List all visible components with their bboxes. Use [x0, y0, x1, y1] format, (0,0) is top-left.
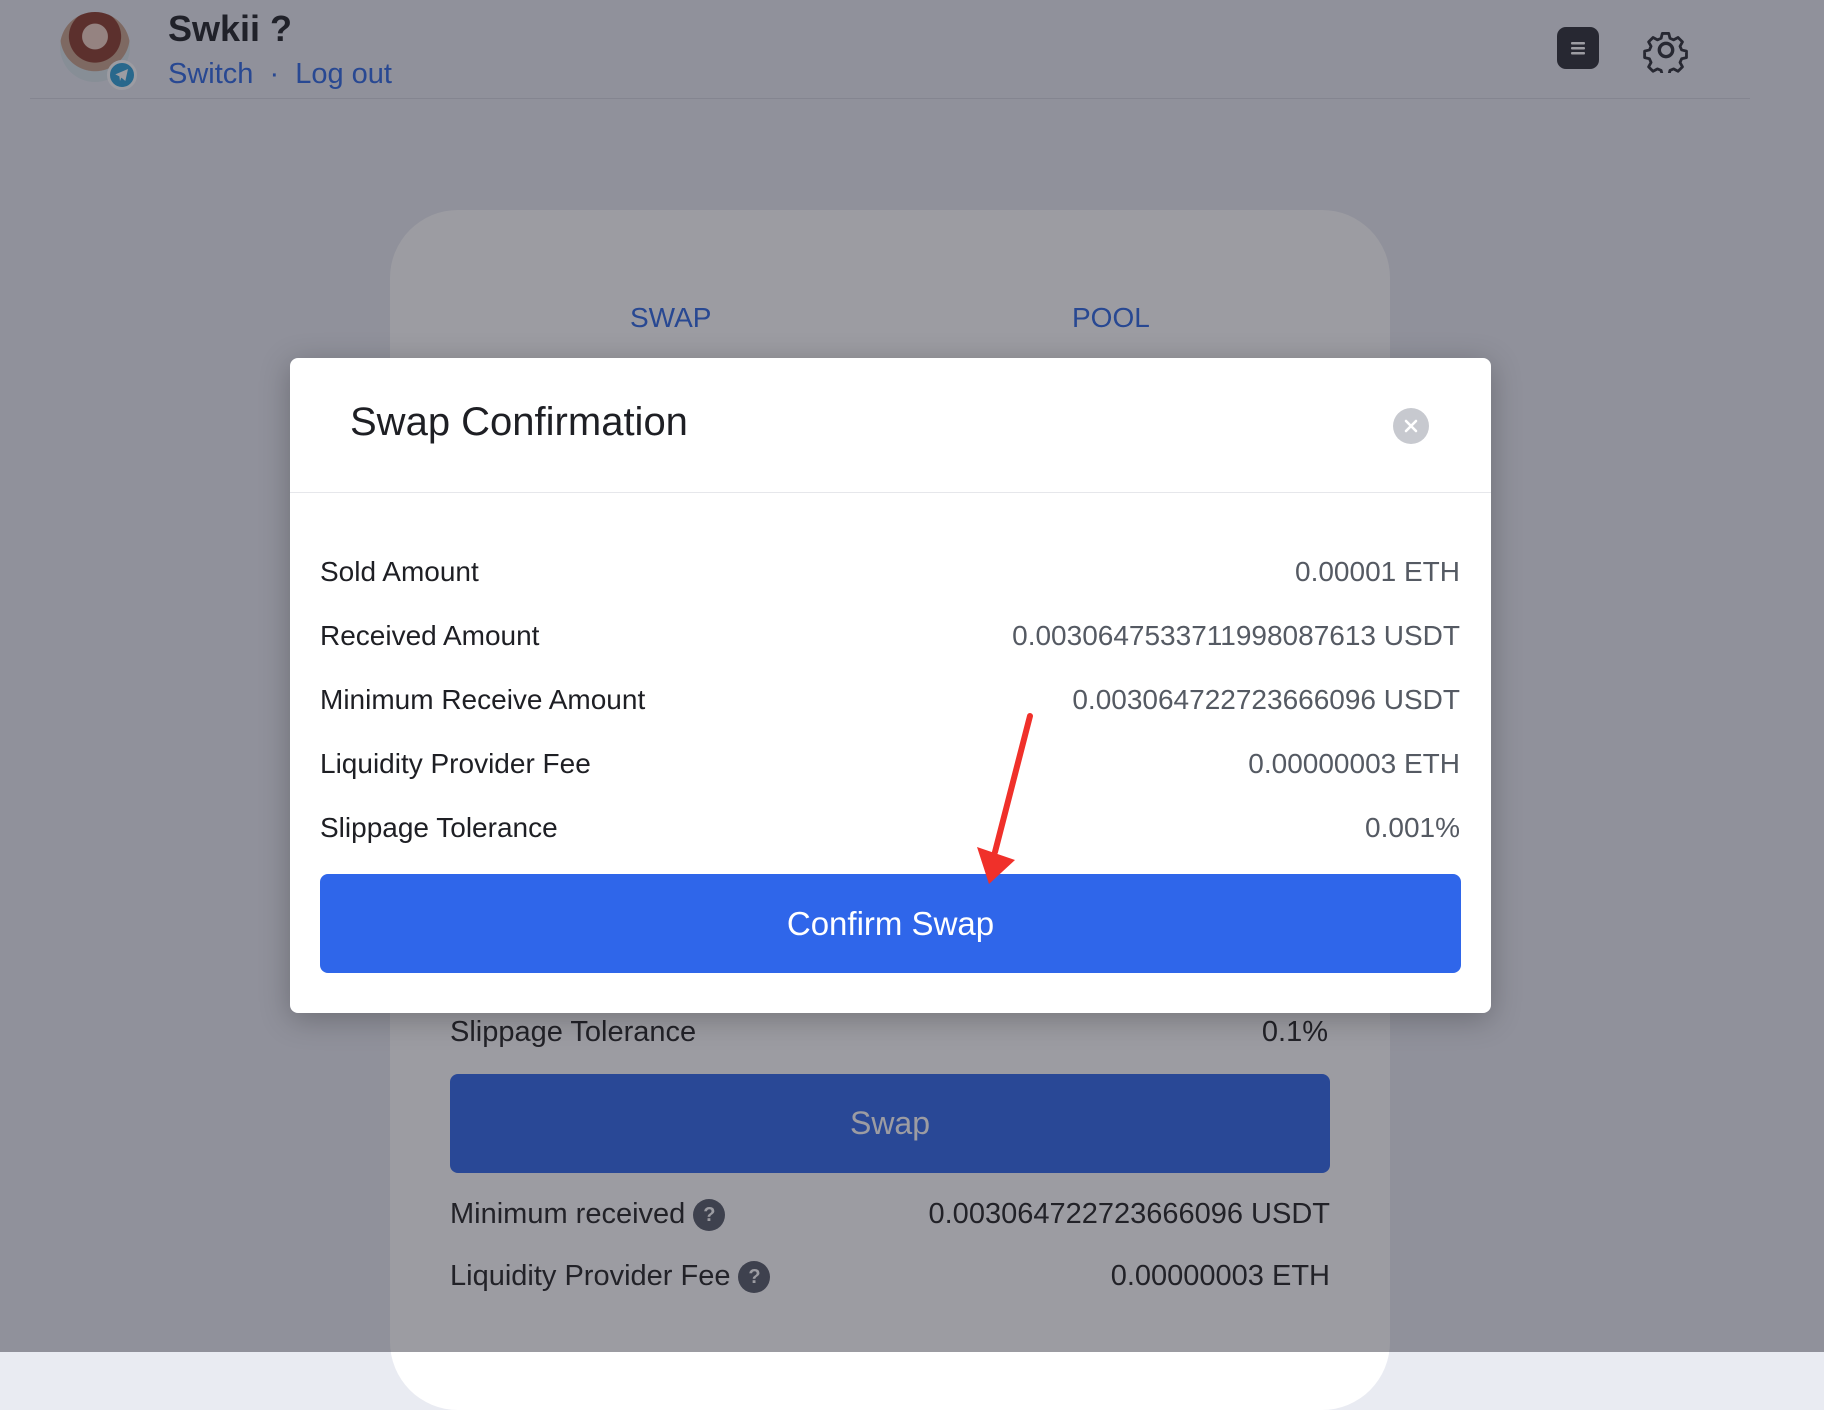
received-amount-value: 0.003064753371199808761​3 USDT [1012, 620, 1460, 651]
confirm-swap-button[interactable]: Confirm Swap [320, 874, 1461, 973]
detail-row-received: Received Amount 0.003064753371199808761​… [320, 620, 1460, 660]
provider-fee-value: 0.00000003 ETH [1248, 748, 1460, 779]
detail-row-slippage: Slippage Tolerance 0.001% [320, 812, 1460, 852]
detail-row-sold: Sold Amount 0.00001 ETH [320, 556, 1460, 596]
sold-amount-label: Sold Amount [320, 556, 479, 587]
minimum-receive-label: Minimum Receive Amount [320, 684, 646, 715]
annotation-arrow-icon [977, 713, 1033, 884]
slippage-tolerance-label: Slippage Tolerance [320, 812, 558, 843]
swap-confirmation-modal: Swap Confirmation Sold Amount 0.00001 ET… [290, 358, 1491, 1013]
detail-row-minimum: Minimum Receive Amount 0.003064722723666… [320, 684, 1460, 724]
minimum-receive-value: 0.003064722723666096 USDT [1072, 684, 1460, 715]
close-icon[interactable] [1393, 408, 1429, 444]
modal-divider [290, 492, 1491, 493]
slippage-tolerance-value: 0.001% [1365, 812, 1460, 843]
received-amount-label: Received Amount [320, 620, 540, 651]
provider-fee-label: Liquidity Provider Fee [320, 748, 591, 779]
modal-title: Swap Confirmation [350, 400, 688, 444]
sold-amount-value: 0.00001 ETH [1295, 556, 1460, 587]
detail-row-fee: Liquidity Provider Fee 0.00000003 ETH [320, 748, 1460, 788]
